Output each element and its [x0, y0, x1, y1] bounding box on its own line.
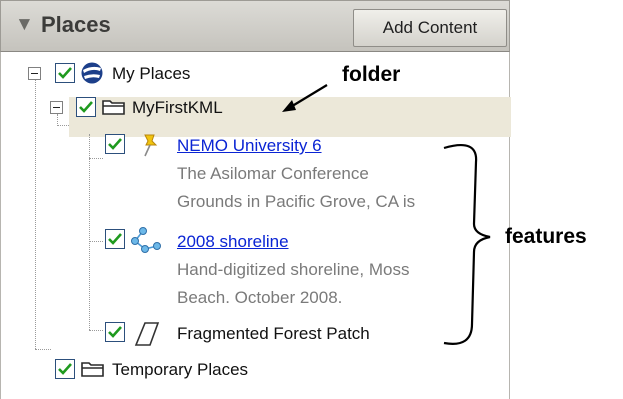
checkbox-temporary-places[interactable]: [55, 359, 75, 379]
checkbox-my-places[interactable]: [55, 63, 75, 83]
annotation-folder: folder: [342, 63, 401, 86]
tree-label: Fragmented Forest Patch: [177, 324, 370, 343]
folder-icon: [102, 100, 125, 115]
collapse-toggle-icon[interactable]: [28, 67, 41, 80]
feature-link[interactable]: NEMO University 6: [177, 136, 322, 156]
annotation-features: features: [505, 225, 587, 248]
add-content-button[interactable]: Add Content: [353, 9, 507, 47]
feature-description: The Asilomar Conference: [177, 164, 369, 183]
places-panel: ▼ Places Add Content My Places MyFirstKM…: [0, 0, 511, 399]
globe-icon: [81, 62, 103, 84]
panel-title: Places: [41, 12, 111, 37]
tree-label: Temporary Places: [112, 360, 249, 379]
places-header: ▼ Places Add Content: [0, 0, 510, 52]
folder-icon: [81, 362, 104, 377]
feature-description: Grounds in Pacific Grove, CA is: [177, 192, 416, 211]
checkbox-forest-patch[interactable]: [105, 322, 125, 342]
tree-label: My Places: [112, 64, 191, 83]
checkbox-myfirstkml[interactable]: [76, 97, 96, 117]
path-icon: [131, 227, 161, 253]
feature-link[interactable]: 2008 shoreline: [177, 232, 289, 252]
collapse-arrow-icon[interactable]: ▼: [15, 15, 34, 35]
feature-description: Hand-digitized shoreline, Moss: [177, 260, 410, 279]
polygon-icon: [134, 322, 160, 346]
collapse-toggle-icon[interactable]: [50, 101, 63, 114]
places-tree: My Places MyFirstKML NEMO University 6 T…: [0, 52, 511, 399]
tree-label: MyFirstKML: [132, 98, 223, 117]
checkbox-nemo-university[interactable]: [105, 134, 125, 154]
checkbox-shoreline[interactable]: [105, 229, 125, 249]
feature-description: Beach. October 2008.: [177, 288, 343, 307]
pushpin-icon: [144, 134, 158, 157]
